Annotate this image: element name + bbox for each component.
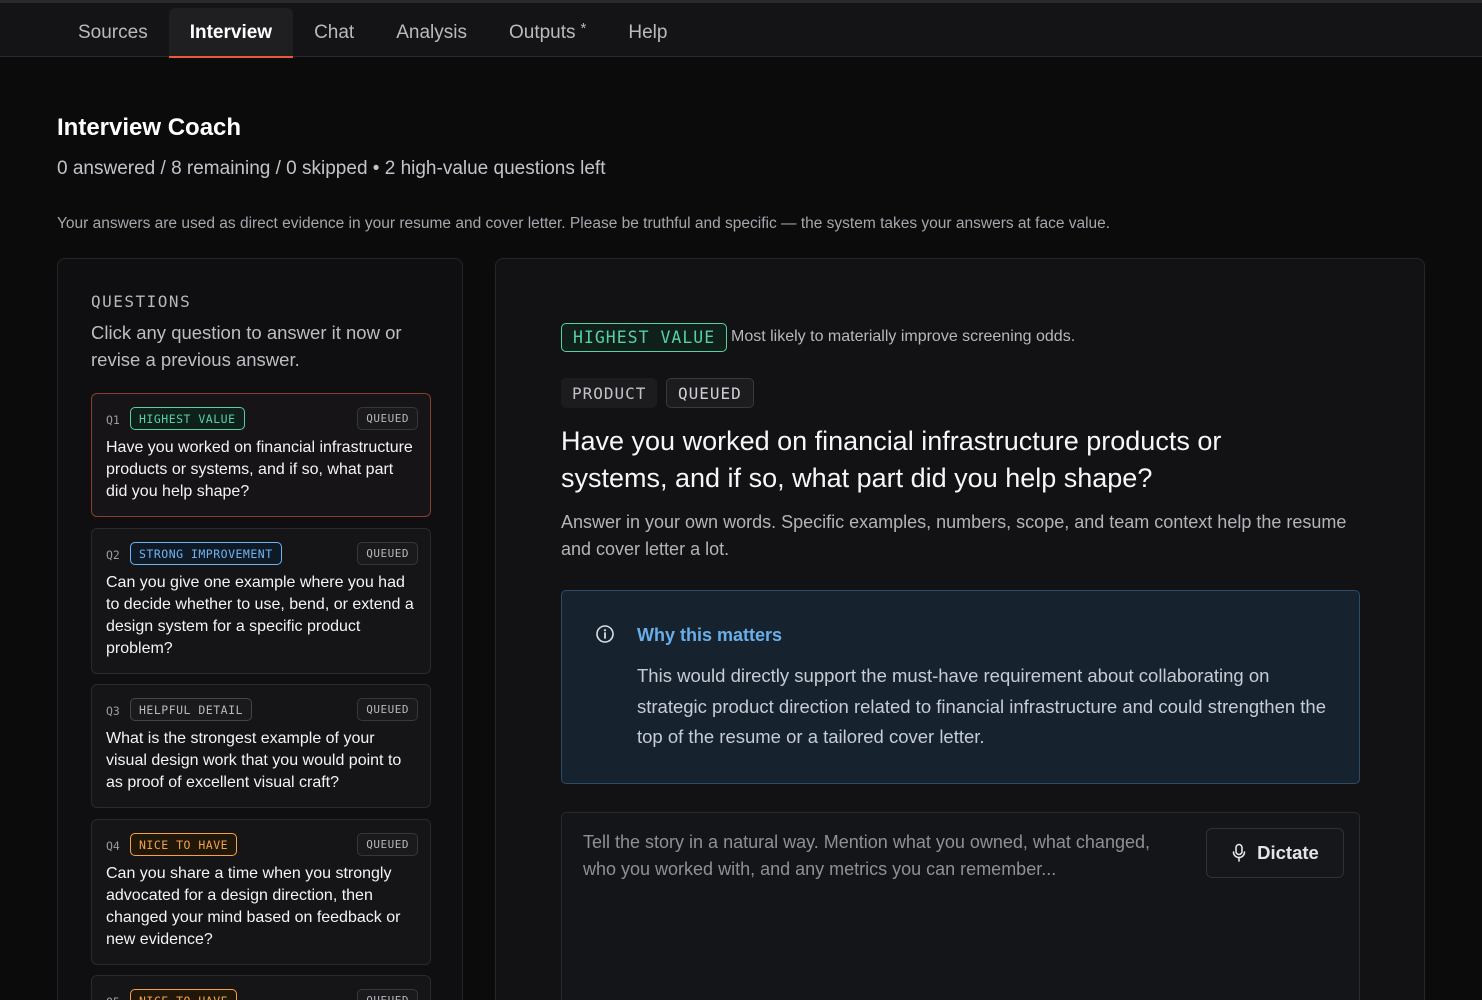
status-badge: QUEUED xyxy=(357,698,418,721)
priority-badge: NICE TO HAVE xyxy=(130,989,238,1000)
priority-badge: HIGHEST VALUE xyxy=(561,323,728,352)
questions-panel: QUESTIONS Click any question to answer i… xyxy=(57,258,463,1000)
question-card-q1[interactable]: Q1 HIGHEST VALUE QUEUED Have you worked … xyxy=(91,393,431,517)
page-title: Interview Coach xyxy=(57,114,242,141)
tab-help[interactable]: Help xyxy=(607,8,688,57)
progress-summary: 0 answered / 8 remaining / 0 skipped • 2… xyxy=(57,158,606,179)
tab-label: Outputs xyxy=(508,21,576,43)
tab-label: Help xyxy=(628,21,668,43)
tab-bar: Sources Interview Chat Analysis Outputs *… xyxy=(57,8,688,58)
question-card-q5[interactable]: Q5 NICE TO HAVE QUEUED xyxy=(91,975,431,1000)
dictate-label: Dictate xyxy=(1257,842,1319,863)
status-badge: QUEUED xyxy=(357,542,418,565)
priority-badge: HIGHEST VALUE xyxy=(130,407,245,430)
dictate-button[interactable]: Dictate xyxy=(1206,828,1344,878)
tab-label: Interview xyxy=(189,21,273,43)
tab-analysis[interactable]: Analysis xyxy=(375,8,488,57)
tab-label: Analysis xyxy=(396,21,467,43)
tab-outputs[interactable]: Outputs * xyxy=(488,8,607,57)
questions-subtitle: Click any question to answer it now or r… xyxy=(91,322,402,370)
question-number: Q4 xyxy=(106,839,120,853)
question-card-q2[interactable]: Q2 STRONG IMPROVEMENT QUEUED Can you giv… xyxy=(91,528,431,674)
status-badge: QUEUED xyxy=(357,989,418,1000)
answer-box: Dictate xyxy=(561,812,1360,1000)
tab-label: Sources xyxy=(78,21,148,43)
priority-badge: NICE TO HAVE xyxy=(130,833,238,856)
question-card-q3[interactable]: Q3 HELPFUL DETAIL QUEUED What is the str… xyxy=(91,684,431,808)
priority-description: Most likely to materially improve screen… xyxy=(731,328,1076,345)
question-number: Q3 xyxy=(106,704,120,718)
tab-label: Chat xyxy=(314,21,355,43)
tab-interview[interactable]: Interview xyxy=(168,8,294,58)
answer-input[interactable] xyxy=(583,829,1183,1000)
top-nav: Sources Interview Chat Analysis Outputs *… xyxy=(0,0,1482,58)
tab-chat[interactable]: Chat xyxy=(293,8,375,57)
evidence-notice: Your answers are used as direct evidence… xyxy=(57,215,1111,232)
info-icon xyxy=(596,625,614,643)
status-badge: QUEUED xyxy=(357,833,418,856)
question-text: Can you share a time when you strongly a… xyxy=(106,865,401,948)
question-card-q4[interactable]: Q4 NICE TO HAVE QUEUED Can you share a t… xyxy=(91,819,431,965)
callout-text: This would directly support the must-hav… xyxy=(637,665,1327,747)
status-badge: QUEUED xyxy=(357,407,418,430)
microphone-icon xyxy=(1232,843,1246,862)
question-text: Have you worked on financial infrastruct… xyxy=(106,439,413,500)
tab-sources[interactable]: Sources xyxy=(57,8,169,57)
questions-heading: QUESTIONS xyxy=(91,292,192,311)
question-text: Can you give one example where you had t… xyxy=(106,574,414,657)
priority-badge: STRONG IMPROVEMENT xyxy=(130,542,282,565)
question-number: Q5 xyxy=(106,995,120,1000)
question-title: Have you worked on financial infrastruct… xyxy=(561,426,1222,493)
why-this-matters-callout: Why this matters This would directly sup… xyxy=(561,590,1360,784)
status-tag: QUEUED xyxy=(666,378,754,408)
question-detail-panel: HIGHEST VALUE Most likely to materially … xyxy=(495,258,1425,1000)
answer-instructions: Answer in your own words. Specific examp… xyxy=(561,512,1347,559)
priority-badge: HELPFUL DETAIL xyxy=(130,698,252,721)
question-text: What is the strongest example of your vi… xyxy=(106,730,402,791)
unsaved-marker: * xyxy=(580,20,587,37)
question-number: Q2 xyxy=(106,548,120,562)
callout-title: Why this matters xyxy=(637,625,783,645)
question-number: Q1 xyxy=(106,413,120,427)
category-tag: PRODUCT xyxy=(561,378,658,408)
